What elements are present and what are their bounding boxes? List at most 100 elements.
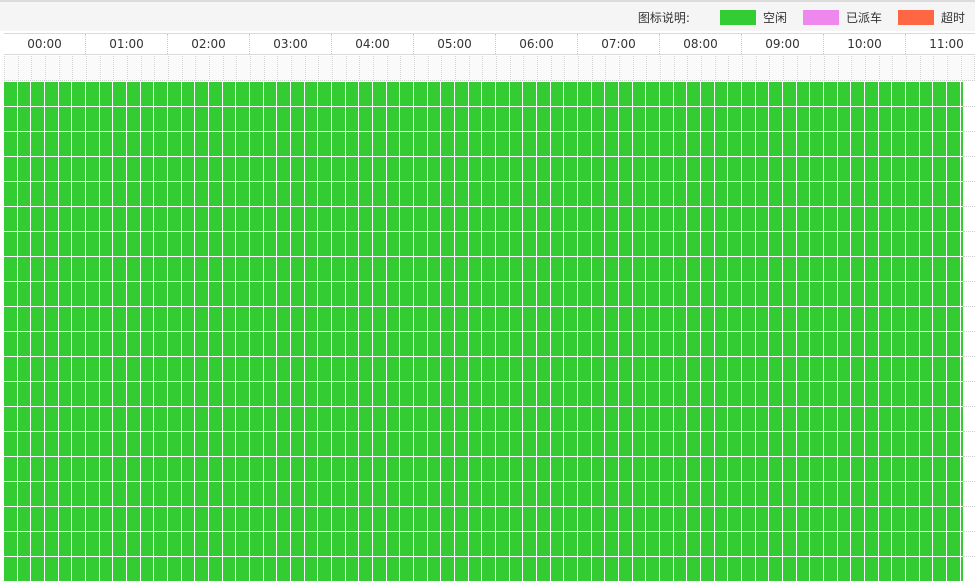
time-slot-idle[interactable] bbox=[769, 107, 782, 131]
time-slot-idle[interactable] bbox=[387, 557, 399, 581]
time-slot-idle[interactable] bbox=[906, 82, 919, 106]
time-slot-idle[interactable] bbox=[756, 482, 768, 506]
time-slot-idle[interactable] bbox=[141, 207, 153, 231]
time-slot-idle[interactable] bbox=[742, 482, 755, 506]
time-slot-idle[interactable] bbox=[359, 332, 372, 356]
time-slot-idle[interactable] bbox=[223, 157, 235, 181]
time-slot-idle[interactable] bbox=[701, 157, 714, 181]
time-slot-idle[interactable] bbox=[906, 457, 919, 481]
time-slot-idle[interactable] bbox=[141, 482, 153, 506]
time-slot-idle[interactable] bbox=[223, 132, 235, 156]
time-slot-idle[interactable] bbox=[892, 282, 905, 306]
time-slot-idle[interactable] bbox=[250, 107, 263, 131]
time-slot-idle[interactable] bbox=[141, 557, 153, 581]
time-slot-idle[interactable] bbox=[537, 357, 550, 381]
time-slot-idle[interactable] bbox=[892, 157, 905, 181]
time-slot-idle[interactable] bbox=[291, 432, 304, 456]
time-slot-idle[interactable] bbox=[824, 132, 837, 156]
time-slot-idle[interactable] bbox=[851, 157, 864, 181]
time-slot-idle[interactable] bbox=[619, 307, 632, 331]
time-slot-idle[interactable] bbox=[496, 307, 509, 331]
time-slot-idle[interactable] bbox=[346, 232, 358, 256]
time-slot-idle[interactable] bbox=[920, 457, 932, 481]
time-slot-idle[interactable] bbox=[86, 307, 99, 331]
time-slot-idle[interactable] bbox=[373, 132, 386, 156]
time-slot-idle[interactable] bbox=[31, 257, 44, 281]
time-slot-idle[interactable] bbox=[660, 432, 673, 456]
time-slot-idle[interactable] bbox=[756, 307, 768, 331]
time-slot-idle[interactable] bbox=[933, 107, 946, 131]
time-slot-idle[interactable] bbox=[510, 507, 522, 531]
time-slot-idle[interactable] bbox=[359, 457, 372, 481]
time-slot-idle[interactable] bbox=[783, 507, 796, 531]
time-slot-idle[interactable] bbox=[277, 507, 290, 531]
time-slot-idle[interactable] bbox=[45, 557, 58, 581]
time-slot-idle[interactable] bbox=[742, 82, 755, 106]
time-slot-idle[interactable] bbox=[72, 407, 85, 431]
time-slot-idle[interactable] bbox=[756, 532, 768, 556]
time-slot-idle[interactable] bbox=[277, 132, 290, 156]
time-slot-idle[interactable] bbox=[906, 432, 919, 456]
time-slot-idle[interactable] bbox=[209, 457, 222, 481]
time-slot-idle[interactable] bbox=[715, 132, 727, 156]
time-slot-idle[interactable] bbox=[400, 207, 413, 231]
time-slot-idle[interactable] bbox=[551, 357, 563, 381]
time-slot-idle[interactable] bbox=[865, 457, 878, 481]
time-slot-idle[interactable] bbox=[687, 532, 700, 556]
time-slot-idle[interactable] bbox=[551, 182, 563, 206]
time-slot-idle[interactable] bbox=[892, 82, 905, 106]
time-slot-idle[interactable] bbox=[223, 482, 235, 506]
time-slot-idle[interactable] bbox=[715, 507, 727, 531]
time-slot-idle[interactable] bbox=[332, 282, 345, 306]
time-slot-idle[interactable] bbox=[947, 307, 960, 331]
time-slot-idle[interactable] bbox=[838, 357, 850, 381]
time-slot-idle[interactable] bbox=[537, 157, 550, 181]
time-slot-idle[interactable] bbox=[701, 257, 714, 281]
time-slot-idle[interactable] bbox=[592, 557, 604, 581]
time-slot-idle[interactable] bbox=[332, 307, 345, 331]
time-slot-idle[interactable] bbox=[523, 507, 536, 531]
time-slot-idle[interactable] bbox=[332, 457, 345, 481]
time-slot-idle[interactable] bbox=[264, 382, 276, 406]
time-slot-idle[interactable] bbox=[400, 282, 413, 306]
time-slot-idle[interactable] bbox=[236, 357, 249, 381]
time-slot-idle[interactable] bbox=[31, 382, 44, 406]
time-slot-idle[interactable] bbox=[359, 532, 372, 556]
time-slot-idle[interactable] bbox=[633, 357, 645, 381]
time-slot-idle[interactable] bbox=[236, 207, 249, 231]
time-slot-idle[interactable] bbox=[346, 407, 358, 431]
time-slot-idle[interactable] bbox=[414, 132, 427, 156]
time-slot-idle[interactable] bbox=[756, 457, 768, 481]
time-slot-idle[interactable] bbox=[441, 307, 454, 331]
time-slot-idle[interactable] bbox=[851, 232, 864, 256]
time-slot-idle[interactable] bbox=[523, 407, 536, 431]
time-slot-idle[interactable] bbox=[373, 457, 386, 481]
time-slot-idle[interactable] bbox=[277, 382, 290, 406]
time-slot-idle[interactable] bbox=[428, 357, 440, 381]
time-slot-idle[interactable] bbox=[482, 557, 495, 581]
time-slot-idle[interactable] bbox=[619, 382, 632, 406]
time-slot-idle[interactable] bbox=[920, 182, 932, 206]
time-slot-idle[interactable] bbox=[892, 357, 905, 381]
time-slot-idle[interactable] bbox=[742, 332, 755, 356]
time-slot-idle[interactable] bbox=[564, 82, 577, 106]
time-slot-idle[interactable] bbox=[742, 357, 755, 381]
time-slot-idle[interactable] bbox=[851, 282, 864, 306]
time-slot-idle[interactable] bbox=[332, 157, 345, 181]
time-slot-idle[interactable] bbox=[209, 307, 222, 331]
time-slot-idle[interactable] bbox=[387, 357, 399, 381]
time-slot-idle[interactable] bbox=[646, 232, 659, 256]
time-slot-idle[interactable] bbox=[646, 82, 659, 106]
time-slot-idle[interactable] bbox=[387, 157, 399, 181]
time-slot-idle[interactable] bbox=[45, 132, 58, 156]
time-slot-idle[interactable] bbox=[756, 182, 768, 206]
time-slot-idle[interactable] bbox=[428, 307, 440, 331]
time-slot-idle[interactable] bbox=[469, 432, 481, 456]
time-slot-idle[interactable] bbox=[892, 457, 905, 481]
time-slot-idle[interactable] bbox=[496, 232, 509, 256]
time-slot-idle[interactable] bbox=[236, 132, 249, 156]
time-slot-idle[interactable] bbox=[236, 157, 249, 181]
time-slot-idle[interactable] bbox=[537, 482, 550, 506]
time-slot-idle[interactable] bbox=[469, 82, 481, 106]
time-slot-idle[interactable] bbox=[359, 132, 372, 156]
